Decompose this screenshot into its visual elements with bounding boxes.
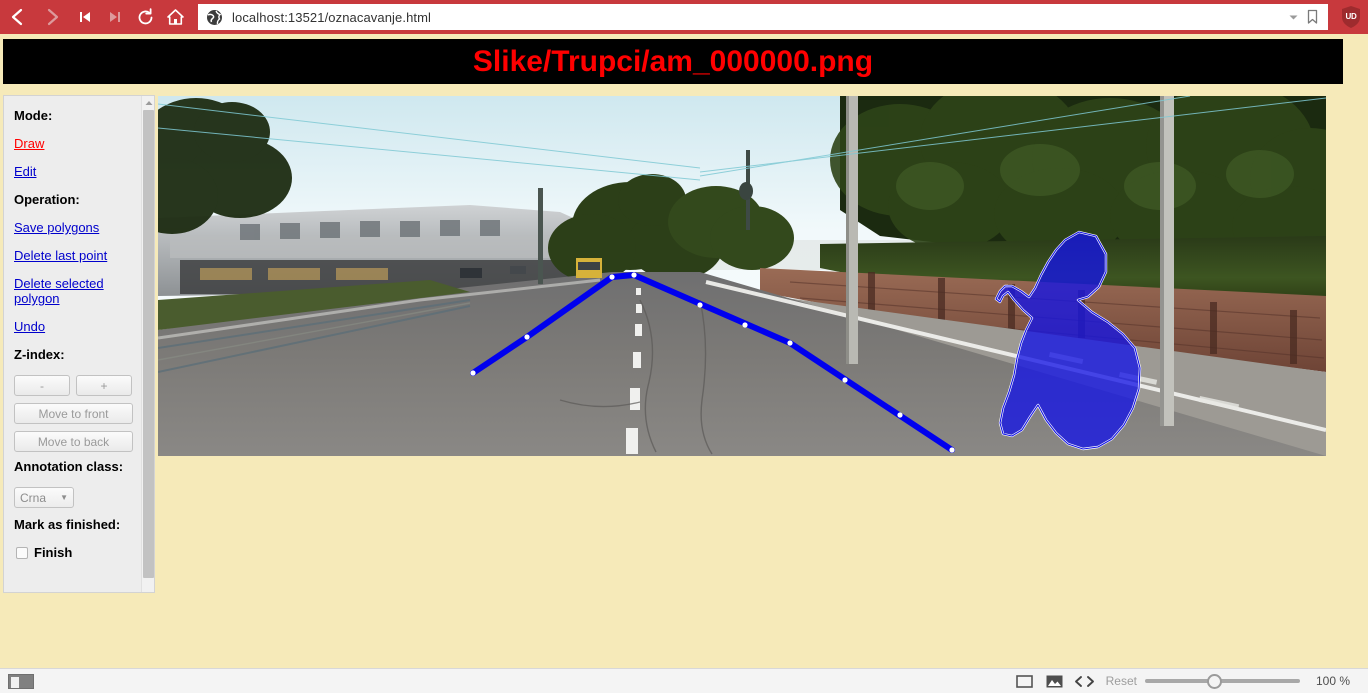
annotation-class-value: Crna: [20, 490, 47, 505]
last-page-button[interactable]: [100, 0, 130, 34]
move-to-front-button[interactable]: Move to front: [14, 403, 133, 424]
move-to-back-button[interactable]: Move to back: [14, 431, 133, 452]
operation-polygon-label: polygon: [14, 291, 60, 306]
zindex-increase-button[interactable]: +: [76, 375, 132, 396]
page-content: Slike/Trupci/am_000000.png Mode: Draw Ed…: [0, 34, 1368, 693]
mode-item-draw[interactable]: Draw: [14, 136, 143, 151]
image-icon[interactable]: [1040, 669, 1070, 693]
code-angle-brackets-icon[interactable]: [1070, 669, 1100, 693]
rectangle-icon[interactable]: [1010, 669, 1040, 693]
back-button[interactable]: [0, 0, 34, 34]
status-bar: Reset 100 %: [0, 668, 1368, 693]
finish-checkbox[interactable]: [16, 546, 28, 559]
reset-zoom-label[interactable]: Reset: [1106, 674, 1137, 688]
url-text[interactable]: localhost:13521/oznacavanje.html: [232, 10, 1284, 25]
home-icon: [166, 8, 185, 27]
annotation-class-select[interactable]: Crna ▼: [14, 487, 74, 508]
operation-delete-selected-polygon-line2[interactable]: polygon: [14, 291, 143, 306]
first-page-button[interactable]: [70, 0, 100, 34]
home-button[interactable]: [160, 0, 190, 34]
chevron-right-icon: [44, 7, 60, 27]
sidebar-scrollbar[interactable]: [141, 96, 154, 592]
chevron-down-icon[interactable]: [1284, 12, 1302, 23]
annotation-class-label: Annotation class:: [14, 459, 124, 474]
operation-save-polygons-label: Save polygons: [14, 220, 100, 235]
chevron-left-icon: [9, 7, 25, 27]
tools-sidebar: Mode: Draw Edit Operation: Save polygons…: [3, 95, 155, 593]
classes-label: Classes:: [14, 592, 143, 593]
operation-delete-selected-label: Delete selected: [14, 276, 104, 291]
mark-as-finished-label: Mark as finished:: [14, 517, 121, 532]
operation-delete-last-point[interactable]: Delete last point: [14, 248, 143, 263]
zindex-label: Z-index:: [14, 347, 65, 362]
finish-checkbox-label: Finish: [34, 545, 73, 560]
extension-badge-label: UD: [1345, 11, 1357, 21]
sidebar-scrollbar-thumb[interactable]: [143, 110, 154, 578]
skip-to-end-icon: [108, 10, 122, 24]
panel-toggle-icon[interactable]: [8, 673, 34, 689]
mode-item-edit[interactable]: Edit: [14, 164, 143, 179]
tools-sidebar-content: Mode: Draw Edit Operation: Save polygons…: [4, 96, 143, 592]
mode-item-draw-label: Draw: [14, 136, 45, 151]
zindex-buttons: - +: [14, 375, 143, 396]
mode-label: Mode:: [14, 108, 53, 123]
forward-button[interactable]: [34, 0, 70, 34]
zoom-slider-thumb[interactable]: [1206, 673, 1222, 689]
operation-undo-label: Undo: [14, 319, 46, 334]
reload-button[interactable]: [130, 0, 160, 34]
page-title-banner: Slike/Trupci/am_000000.png: [3, 39, 1343, 84]
annotation-canvas-svg[interactable]: [158, 96, 1326, 456]
zoom-level-label: 100 %: [1315, 674, 1350, 688]
operation-delete-selected-polygon[interactable]: Delete selected: [14, 276, 143, 291]
reload-icon: [136, 7, 155, 27]
operation-delete-last-point-label: Delete last point: [14, 248, 108, 263]
page-title: Slike/Trupci/am_000000.png: [472, 44, 874, 78]
bookmark-icon[interactable]: [1302, 9, 1322, 25]
shield-icon: UD: [1340, 5, 1362, 29]
operation-undo[interactable]: Undo: [14, 319, 143, 334]
zoom-slider[interactable]: [1144, 669, 1300, 693]
skip-to-start-icon: [78, 10, 92, 24]
extension-badge[interactable]: UD: [1334, 0, 1368, 34]
operation-save-polygons[interactable]: Save polygons: [14, 220, 143, 235]
globe-icon: [206, 9, 223, 26]
zoom-slider-track[interactable]: [1144, 679, 1300, 683]
operation-label: Operation:: [14, 192, 80, 207]
annotation-canvas[interactable]: [158, 96, 1326, 456]
zindex-decrease-button[interactable]: -: [14, 375, 70, 396]
mode-item-edit-label: Edit: [14, 164, 37, 179]
chevron-down-icon: ▼: [60, 493, 68, 502]
address-bar[interactable]: localhost:13521/oznacavanje.html: [198, 4, 1328, 30]
scroll-up-arrow-icon[interactable]: [142, 96, 154, 109]
browser-toolbar: localhost:13521/oznacavanje.html UD: [0, 0, 1368, 34]
finish-checkbox-row[interactable]: Finish: [14, 545, 143, 560]
